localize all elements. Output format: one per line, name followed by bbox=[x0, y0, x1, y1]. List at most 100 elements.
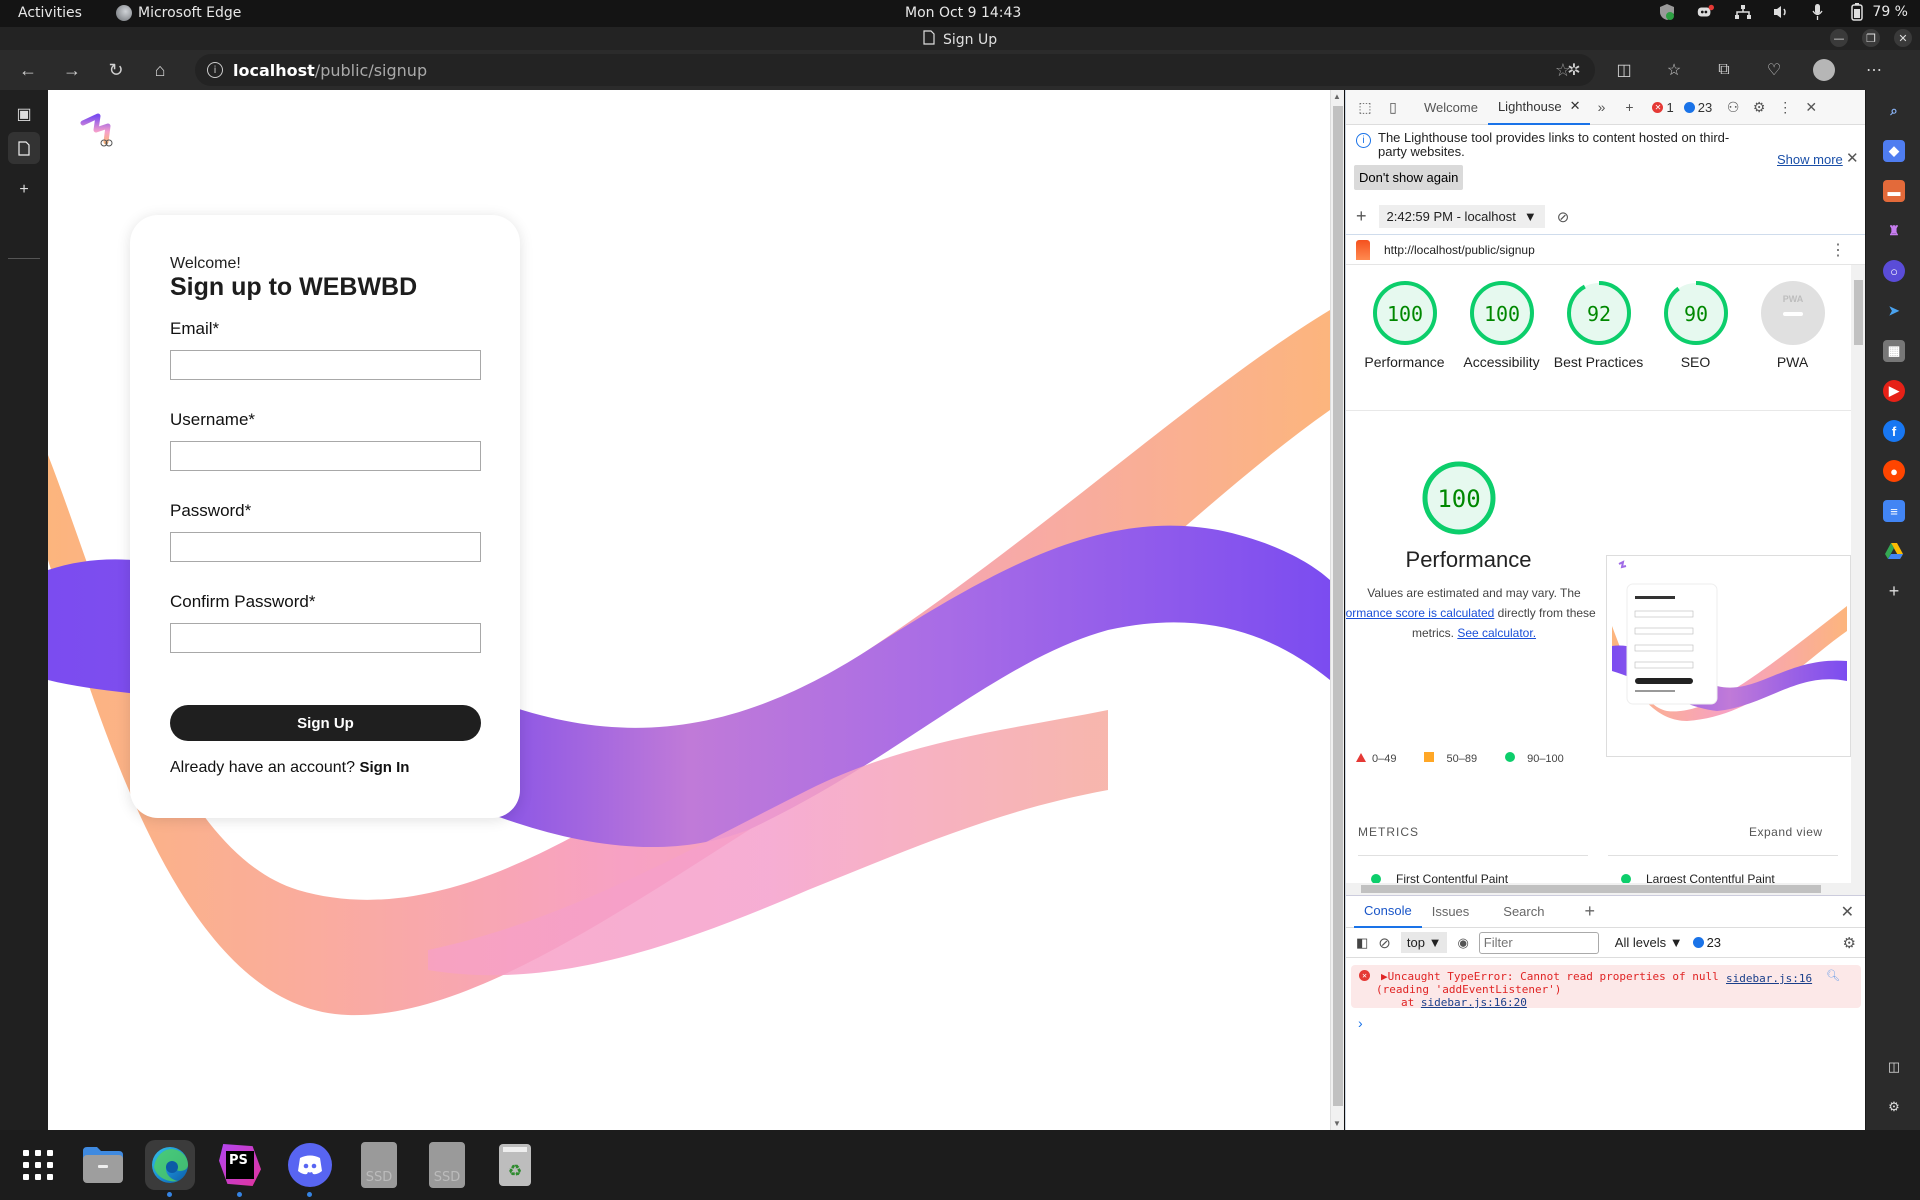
email-field[interactable] bbox=[170, 350, 481, 380]
microsoft-365-icon[interactable]: ○ bbox=[1883, 260, 1905, 282]
profile-avatar[interactable] bbox=[1810, 56, 1838, 84]
close-devtools-icon[interactable]: ✕ bbox=[1800, 96, 1822, 118]
hide-sidebar-icon[interactable]: ◫ bbox=[1883, 1056, 1905, 1078]
scrollbar-thumb[interactable] bbox=[1333, 106, 1343, 1106]
trash-app[interactable]: ♻ bbox=[490, 1140, 540, 1190]
add-sidebar-app-icon[interactable]: + bbox=[1883, 580, 1905, 602]
search-icon[interactable]: 🔍︎ bbox=[1826, 969, 1840, 982]
clear-reports-icon[interactable]: ⊘ bbox=[1557, 208, 1570, 226]
score-gauge-accessibility[interactable]: 100 Accessibility bbox=[1453, 280, 1550, 372]
add-drawer-tab-icon[interactable]: + bbox=[1584, 901, 1595, 922]
score-gauge-seo[interactable]: 90 SEO bbox=[1647, 280, 1744, 372]
sign-in-link[interactable]: Sign In bbox=[359, 759, 409, 776]
network-icon[interactable] bbox=[1734, 3, 1752, 21]
close-drawer-icon[interactable]: ✕ bbox=[1841, 902, 1854, 922]
games-chess-icon[interactable]: ♜ bbox=[1883, 220, 1905, 242]
ssd-drive-1[interactable]: SSD bbox=[354, 1140, 404, 1190]
qr-app-icon[interactable]: ▦ bbox=[1883, 340, 1905, 362]
report-menu-icon[interactable]: ⋮ bbox=[1830, 240, 1846, 260]
score-gauge-pwa[interactable]: PWA PWA bbox=[1744, 280, 1841, 372]
sign-up-button[interactable]: Sign Up bbox=[170, 705, 481, 741]
shopping-tag-icon[interactable]: ◆ bbox=[1883, 140, 1905, 162]
see-calculator-link[interactable]: See calculator. bbox=[1457, 626, 1536, 640]
clock[interactable]: Mon Oct 9 14:43 bbox=[905, 5, 1021, 21]
search-icon[interactable]: ⌕ bbox=[1883, 100, 1905, 122]
info-icon[interactable]: i bbox=[207, 62, 223, 78]
maximize-button[interactable]: ❐ bbox=[1862, 29, 1880, 47]
customize-menu-icon[interactable]: ⋮ bbox=[1774, 96, 1796, 118]
close-window-button[interactable]: ✕ bbox=[1894, 29, 1912, 47]
scroll-down-arrow[interactable]: ▼ bbox=[1333, 1119, 1341, 1128]
report-vertical-scrollbar[interactable] bbox=[1851, 265, 1866, 890]
tab-welcome[interactable]: Welcome bbox=[1414, 90, 1488, 125]
phpstorm-app[interactable]: PS bbox=[215, 1140, 265, 1197]
reddit-icon[interactable]: ● bbox=[1883, 460, 1905, 482]
console-settings-gear-icon[interactable]: ⚙ bbox=[1843, 934, 1856, 952]
facebook-icon[interactable]: f bbox=[1883, 420, 1905, 442]
inspect-element-icon[interactable]: ⬚ bbox=[1354, 96, 1376, 118]
google-drive-icon[interactable] bbox=[1883, 540, 1905, 562]
tab-lighthouse[interactable]: Lighthouse ✕ bbox=[1487, 90, 1591, 125]
back-button[interactable]: ← bbox=[16, 58, 40, 82]
discord-tray-icon[interactable] bbox=[1696, 3, 1715, 21]
tab-console[interactable]: Console bbox=[1354, 895, 1422, 928]
scrollbar-thumb[interactable] bbox=[1854, 280, 1863, 345]
minimize-button[interactable]: — bbox=[1830, 29, 1848, 47]
system-tray[interactable]: 79 % bbox=[1658, 3, 1908, 21]
ssd-drive-2[interactable]: SSD bbox=[422, 1140, 472, 1190]
forward-button[interactable]: → bbox=[60, 58, 84, 82]
close-info-icon[interactable]: ✕ bbox=[1846, 149, 1859, 167]
username-field[interactable] bbox=[170, 441, 481, 471]
feedback-icon[interactable]: ⚇ bbox=[1722, 96, 1744, 118]
app-menu[interactable]: Microsoft Edge bbox=[116, 5, 241, 21]
password-field[interactable] bbox=[170, 532, 481, 562]
expand-view-link[interactable]: Expand view bbox=[1749, 825, 1823, 839]
home-button[interactable]: ⌂ bbox=[148, 58, 172, 82]
tab-actions-icon[interactable]: ▣ bbox=[8, 98, 40, 130]
active-tab-page-icon[interactable] bbox=[8, 132, 40, 164]
report-horizontal-scrollbar[interactable] bbox=[1346, 883, 1866, 895]
more-tabs-icon[interactable]: » bbox=[1590, 96, 1612, 118]
sidebar-toggle-icon[interactable]: ◧ bbox=[1356, 935, 1368, 951]
outlook-send-icon[interactable]: ➤ bbox=[1883, 300, 1905, 322]
tab-issues[interactable]: Issues bbox=[1422, 895, 1480, 928]
site-logo[interactable] bbox=[80, 110, 120, 154]
collections-icon[interactable]: ⧉ bbox=[1710, 56, 1738, 84]
error-stack-link[interactable]: sidebar.js:16:20 bbox=[1421, 996, 1527, 1009]
tools-toolbox-icon[interactable]: ▬ bbox=[1883, 180, 1905, 202]
confirm-password-field[interactable] bbox=[170, 623, 481, 653]
microphone-icon[interactable] bbox=[1810, 3, 1828, 21]
message-count-badge[interactable]: 23 bbox=[1683, 100, 1712, 115]
device-emulation-icon[interactable]: ▯ bbox=[1382, 96, 1404, 118]
settings-gear-icon[interactable]: ⚙ bbox=[1748, 96, 1770, 118]
new-report-icon[interactable]: + bbox=[1356, 206, 1367, 227]
show-apps-button[interactable] bbox=[13, 1140, 63, 1190]
microsoft-edge-app[interactable] bbox=[145, 1140, 195, 1197]
youtube-music-icon[interactable]: ▶ bbox=[1883, 380, 1905, 402]
live-expression-eye-icon[interactable]: ◉ bbox=[1457, 935, 1468, 951]
score-calculated-link[interactable]: rformance score is calculated bbox=[1346, 606, 1494, 620]
address-bar[interactable]: i localhost/public/signup ☆ bbox=[195, 54, 1595, 86]
clear-console-icon[interactable]: ⊘ bbox=[1378, 934, 1391, 952]
page-scrollbar[interactable]: ▲ ▼ bbox=[1330, 90, 1344, 1130]
console-error-message[interactable]: ✕ ▶Uncaught TypeError: Cannot read prope… bbox=[1351, 965, 1861, 1009]
page-screenshot-thumbnail[interactable] bbox=[1606, 555, 1851, 757]
console-message-badge[interactable]: 23 bbox=[1692, 935, 1721, 950]
close-tab-icon[interactable]: ✕ bbox=[1570, 98, 1581, 114]
browser-essentials-icon[interactable]: ♡ bbox=[1760, 56, 1788, 84]
report-select[interactable]: 2:42:59 PM - localhost ▼ bbox=[1378, 205, 1545, 228]
console-filter-input[interactable] bbox=[1478, 931, 1599, 954]
more-menu-icon[interactable]: ⋯ bbox=[1860, 56, 1888, 84]
volume-icon[interactable] bbox=[1772, 3, 1790, 21]
activities-button[interactable]: Activities bbox=[18, 5, 82, 21]
add-tool-icon[interactable]: + bbox=[1618, 96, 1640, 118]
new-tab-button[interactable]: + bbox=[8, 174, 40, 206]
performance-gauge-large[interactable]: 100 bbox=[1421, 460, 1497, 536]
score-gauge-best-practices[interactable]: 92 Best Practices bbox=[1550, 280, 1647, 372]
scroll-up-arrow[interactable]: ▲ bbox=[1333, 92, 1341, 101]
log-levels-select[interactable]: All levels ▼ bbox=[1615, 935, 1683, 950]
console-prompt[interactable]: › bbox=[1358, 1015, 1363, 1031]
shield-icon[interactable] bbox=[1658, 3, 1676, 21]
dont-show-again-button[interactable]: Don't show again bbox=[1354, 165, 1464, 190]
scrollbar-thumb[interactable] bbox=[1361, 885, 1821, 893]
